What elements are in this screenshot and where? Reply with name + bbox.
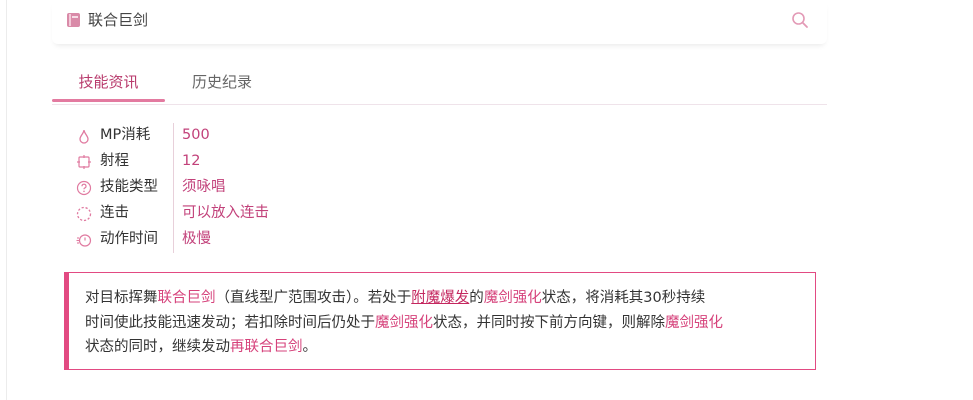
stat-value: 12: [182, 153, 201, 169]
page: 联合巨剑 技能资讯 历史纪录 MP消耗 500 射程 12 技能类型 须咏唱 连…: [0, 0, 973, 400]
left-divider: [6, 0, 7, 400]
page-header: 联合巨剑: [52, 0, 827, 44]
stat-value: 500: [182, 127, 210, 143]
description-line: 状态的同时，继续发动再联合巨剑。: [85, 335, 815, 360]
description-line: 时间使此技能迅速发动；若扣除时间后仍处于魔剑强化状态，并同时按下前方向键，则解除…: [85, 311, 815, 336]
stat-row-mp: MP消耗 500: [74, 123, 474, 149]
skill-name-highlight: 魔剑强化: [375, 314, 433, 331]
stat-value: 极慢: [182, 231, 211, 247]
stat-label: MP消耗: [100, 127, 151, 143]
combo-dashed-circle-icon: [76, 206, 92, 222]
stat-row-combo: 连击 可以放入连击: [74, 201, 474, 227]
stat-label: 动作时间: [100, 231, 158, 247]
skill-name-highlight: 魔剑强化: [665, 314, 723, 331]
skill-name-highlight: 联合巨剑: [157, 290, 216, 306]
description-text: 状态的同时，继续发动: [85, 339, 230, 355]
description-line: 对目标挥舞联合巨剑（直线型广范围攻击）。若处于附魔爆发的魔剑强化状态，将消耗其3…: [85, 286, 815, 311]
stat-label: 连击: [100, 205, 129, 221]
timer-icon: [76, 234, 92, 247]
skill-name-highlight: 魔剑强化: [483, 290, 542, 306]
page-title: 联合巨剑: [88, 11, 149, 29]
stat-row-cast-time: 动作时间 极慢: [74, 227, 474, 253]
description-text: 时间使此技能迅速发动；若扣除时间后仍处于: [85, 314, 375, 331]
skill-description: 对目标挥舞联合巨剑（直线型广范围攻击）。若处于附魔爆发的魔剑强化状态，将消耗其3…: [64, 272, 816, 370]
tab-skill-info[interactable]: 技能资讯: [52, 66, 165, 102]
search-icon[interactable]: [791, 11, 809, 29]
stat-label: 射程: [100, 153, 129, 169]
stat-row-range: 射程 12: [74, 149, 474, 175]
book-icon: [67, 13, 80, 27]
range-target-icon: [77, 155, 91, 169]
tab-bar: 技能资讯 历史纪录: [52, 66, 827, 105]
skill-link-enchant-burst[interactable]: 附魔爆发: [411, 290, 469, 306]
skill-name-highlight: 再联合巨剑: [230, 339, 303, 355]
mp-drop-icon: [79, 129, 89, 144]
description-text: 对目标挥舞: [85, 290, 158, 306]
skill-stats: MP消耗 500 射程 12 技能类型 须咏唱 连击 可以放入连击 动作时间 极…: [74, 123, 474, 253]
description-text: 。: [302, 339, 318, 355]
stat-value: 须咏唱: [182, 179, 226, 195]
description-text: 的: [469, 290, 484, 306]
help-circle-icon: [76, 180, 92, 196]
tab-history[interactable]: 历史纪录: [189, 66, 255, 102]
stat-value: 可以放入连击: [182, 205, 269, 221]
description-text: 状态，将消耗其30秒持续: [541, 290, 706, 306]
stat-row-type: 技能类型 须咏唱: [74, 175, 474, 201]
description-text: （直线型广范围攻击）。若处于: [215, 290, 412, 306]
description-text: 状态，并同时按下前方向键，则解除: [433, 314, 665, 331]
stat-label: 技能类型: [100, 179, 158, 195]
